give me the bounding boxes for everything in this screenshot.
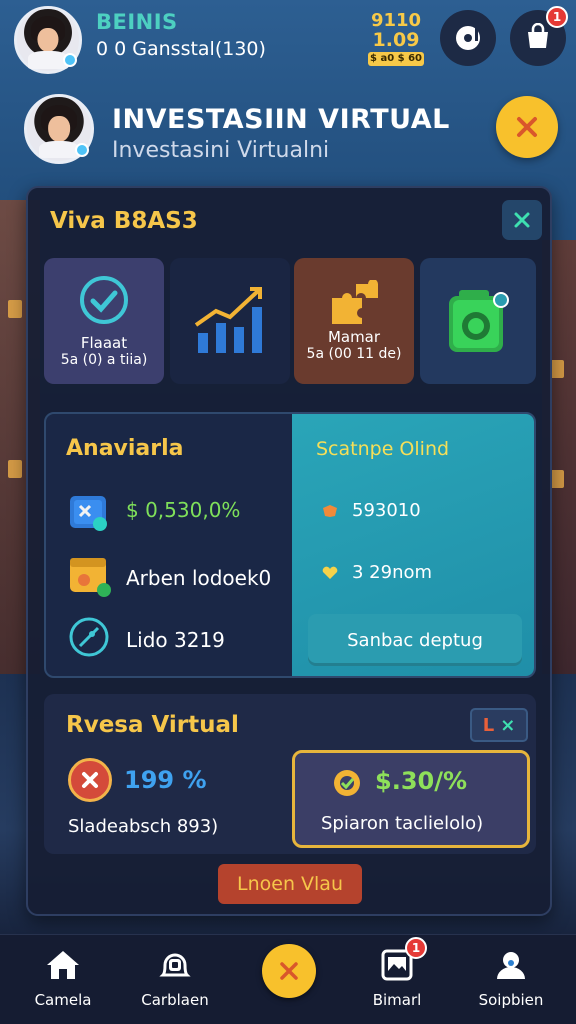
- shop-icon: [528, 23, 548, 48]
- growth-chart-icon: [194, 287, 262, 353]
- left-percentage: 199 %: [124, 766, 207, 794]
- info-right-row: 593010: [352, 500, 421, 521]
- home-icon: [47, 951, 79, 979]
- radio-icon: [449, 290, 509, 352]
- nav-label: Camela: [34, 991, 92, 1009]
- info-row-text: Arben lodoek0: [126, 566, 272, 590]
- coin-balance[interactable]: 9110 1.09 $ a0 $ 60: [368, 12, 424, 66]
- tile-label: Flaaat: [80, 334, 128, 352]
- nav-label: Bimarl: [372, 991, 422, 1009]
- close-icon: [514, 212, 530, 228]
- info-row-text: $ 0,530,0%: [126, 498, 241, 522]
- section-title: Rvesa Virtual: [66, 712, 239, 738]
- cancel-icon: [68, 758, 112, 802]
- wallet-icon: [70, 558, 111, 597]
- nav-label: Carblaen: [141, 991, 209, 1009]
- compass-icon: [69, 617, 109, 657]
- chip-close-label: ×: [500, 714, 516, 736]
- shop-button[interactable]: 1: [510, 6, 568, 66]
- panel-title: Viva B8AS3: [50, 208, 198, 234]
- advisor-avatar: [24, 94, 94, 164]
- nav-item-camela[interactable]: Camela: [18, 945, 108, 1021]
- close-icon: [517, 117, 537, 137]
- puzzle-icon: [332, 280, 378, 324]
- virtual-investment-section: Rvesa Virtual L × 199 % Sladeabsch 893) …: [44, 694, 536, 854]
- section-toggle-chip[interactable]: L ×: [470, 708, 528, 742]
- user-avatar[interactable]: [14, 6, 82, 74]
- tile-label: Mamar: [327, 328, 381, 346]
- top-bar: BEINIS 0 0 Gansstal(130) 9110 1.09 $ a0 …: [0, 0, 576, 86]
- coin-top-value: 9110: [370, 10, 422, 31]
- cta-button[interactable]: Lnoen Vlau: [218, 864, 362, 904]
- shield-bullet-icon: [323, 505, 337, 517]
- coin-mid-value: 1.09: [372, 29, 420, 51]
- nav-center-close-button[interactable]: [262, 944, 316, 998]
- bell-icon: [159, 953, 191, 977]
- music-button[interactable]: [440, 10, 496, 66]
- tile-flaaat[interactable]: Flaaat 5a (0) a tiia): [44, 258, 164, 384]
- toolbox-icon: [70, 496, 107, 531]
- gear-check-icon: [334, 770, 360, 796]
- tile-mamar[interactable]: Mamar 5a (00 11 de): [294, 258, 414, 384]
- nav-label: Soipbien: [478, 991, 544, 1009]
- nav-item-bimarl[interactable]: 1 Bimarl: [352, 937, 442, 1021]
- user-name: BEINIS: [96, 10, 178, 34]
- info-right-panel: Scatnpe Olind 593010 3 29nom Sanbac dept…: [292, 414, 534, 676]
- chip-left-label: L: [482, 714, 495, 736]
- tile-value: 5a (0) a tiia): [60, 352, 148, 368]
- panel-close-button[interactable]: [502, 200, 542, 240]
- info-left-title: Anaviarla: [66, 436, 184, 461]
- page-subtitle: Investasini Virtualni: [112, 138, 330, 163]
- info-right-title: Scatnpe Olind: [316, 438, 450, 460]
- background-window: [8, 460, 22, 478]
- left-label: Sladeabsch 893): [68, 816, 219, 837]
- nav-item-carblaen[interactable]: Carblaen: [130, 945, 220, 1021]
- image-icon: 1: [377, 937, 427, 985]
- close-icon: [280, 962, 298, 980]
- heart-bullet-icon: [322, 566, 338, 579]
- right-label: Spiaron taclielolo): [321, 813, 484, 834]
- record-icon: [456, 26, 480, 50]
- nav-badge: 1: [405, 937, 427, 959]
- main-panel: Viva B8AS3 Flaaat 5a (0) a tiia) Mamar 5…: [26, 186, 552, 916]
- nav-item-soipbien[interactable]: Soipbien: [466, 945, 556, 1021]
- tile-growth-chart[interactable]: [170, 258, 290, 384]
- check-shield-icon: [80, 276, 128, 324]
- notification-badge: 1: [546, 6, 568, 28]
- page-title: INVESTASIIN VIRTUAL: [112, 104, 450, 135]
- tile-value: 5a (00 11 de): [306, 346, 402, 362]
- info-action-button[interactable]: Sanbac deptug: [308, 614, 522, 666]
- background-window: [550, 470, 564, 488]
- info-row-text: Lido 3219: [126, 628, 225, 652]
- online-status-icon: [75, 143, 89, 157]
- profile-icon: [497, 952, 525, 979]
- info-right-row: 3 29nom: [352, 562, 433, 583]
- background-window: [550, 360, 564, 378]
- right-percentage: $.30/%: [375, 767, 468, 795]
- investment-info-box: Anaviarla $ 0,530,0% Arben lodoek0 Lido …: [44, 412, 536, 678]
- background-window: [8, 300, 22, 318]
- user-subtitle: 0 0 Gansstal(130): [96, 38, 266, 60]
- right-option-card[interactable]: $.30/% Spiaron taclielolo): [292, 750, 530, 848]
- close-button[interactable]: [496, 96, 558, 158]
- coin-tag: $ a0 $ 60: [368, 52, 424, 66]
- tile-radio[interactable]: [420, 258, 536, 384]
- online-status-icon: [63, 53, 77, 67]
